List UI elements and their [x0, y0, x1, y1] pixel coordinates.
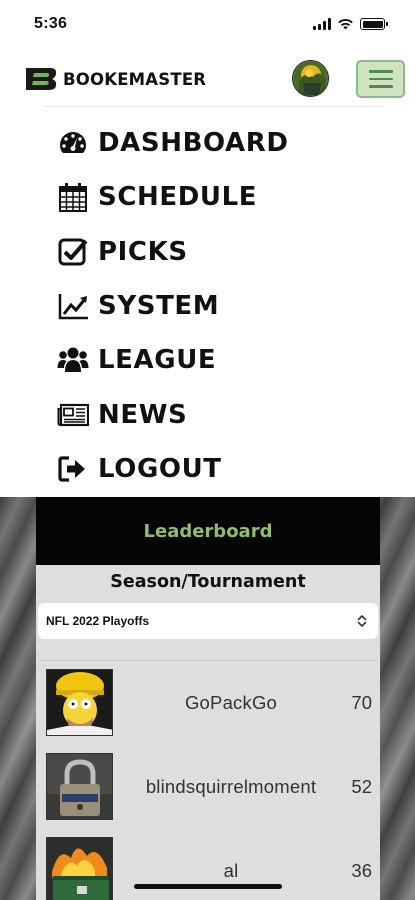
brand-logo[interactable]: BOOKEMASTER — [24, 65, 206, 93]
hamburger-menu-button[interactable] — [356, 60, 405, 98]
leaderboard-title: Leaderboard — [143, 520, 273, 542]
calendar-icon — [56, 180, 90, 214]
leaderboard-row[interactable]: blindsquirrelmoment 52 — [36, 745, 380, 829]
main-nav-menu: DASHBOARD SCHEDULE PICKS SYSTEM LEAGUE N… — [56, 116, 386, 496]
nav-item-schedule[interactable]: SCHEDULE — [56, 170, 386, 224]
player-name: al — [223, 860, 239, 881]
leaderboard-row[interactable]: al 36 — [36, 829, 380, 900]
season-tournament-label: Season/Tournament — [110, 572, 306, 592]
season-select[interactable]: NFL 2022 Playoffs — [38, 603, 378, 639]
avatar-image — [47, 754, 112, 819]
nav-item-system[interactable]: SYSTEM — [56, 279, 386, 333]
users-icon — [56, 343, 90, 377]
battery-icon — [360, 18, 388, 30]
nav-label-logout: LOGOUT — [98, 453, 222, 484]
newspaper-icon — [56, 398, 90, 432]
leaderboard-row[interactable]: GoPackGo 70 — [36, 661, 380, 745]
cellular-signal-icon — [313, 18, 331, 30]
player-avatar — [46, 669, 113, 736]
status-time: 5:36 — [34, 15, 68, 32]
tachometer-icon — [56, 126, 90, 160]
app-header: BOOKEMASTER — [0, 52, 415, 106]
leaderboard-header: Leaderboard — [36, 497, 380, 565]
wifi-icon — [338, 19, 353, 30]
nav-label-news: NEWS — [98, 399, 188, 430]
nav-label-league: LEAGUE — [98, 345, 217, 376]
nav-label-system: SYSTEM — [98, 291, 220, 322]
brand-logo-mark-icon — [26, 68, 57, 90]
nav-item-dashboard[interactable]: DASHBOARD — [56, 116, 386, 170]
nav-item-league[interactable]: LEAGUE — [56, 333, 386, 387]
player-points: 52 — [351, 776, 372, 797]
nav-item-news[interactable]: NEWS — [56, 387, 386, 441]
nav-label-schedule: SCHEDULE — [98, 182, 258, 213]
player-points: 36 — [351, 860, 372, 881]
home-indicator — [134, 884, 282, 889]
nav-label-picks: PICKS — [98, 236, 188, 267]
brand-name: BOOKEMASTER — [63, 69, 207, 89]
player-name: GoPackGo — [184, 692, 278, 713]
line-chart-icon — [56, 289, 90, 323]
chevron-up-down-icon — [357, 615, 367, 627]
sign-out-icon — [56, 452, 90, 486]
nav-item-logout[interactable]: LOGOUT — [56, 442, 386, 496]
player-avatar — [46, 837, 113, 900]
avatar-image — [47, 838, 112, 900]
avatar-image — [293, 61, 328, 96]
nav-label-dashboard: DASHBOARD — [98, 128, 289, 159]
header-divider — [44, 106, 384, 107]
leaderboard-card: Leaderboard Season/Tournament NFL 2022 P… — [36, 497, 380, 900]
nav-item-picks[interactable]: PICKS — [56, 225, 386, 279]
avatar-image — [47, 670, 112, 735]
leaderboard-list: GoPackGo 70 blindsquirrelmoment 52 al 36 — [36, 660, 380, 900]
user-avatar[interactable] — [292, 60, 329, 97]
player-avatar — [46, 753, 113, 820]
status-icons — [313, 18, 388, 30]
status-bar: 5:36 — [0, 0, 415, 48]
checkbox-icon — [56, 235, 90, 269]
player-points: 70 — [351, 692, 372, 713]
player-name: blindsquirrelmoment — [145, 776, 317, 797]
season-select-value: NFL 2022 Playoffs — [46, 614, 150, 628]
